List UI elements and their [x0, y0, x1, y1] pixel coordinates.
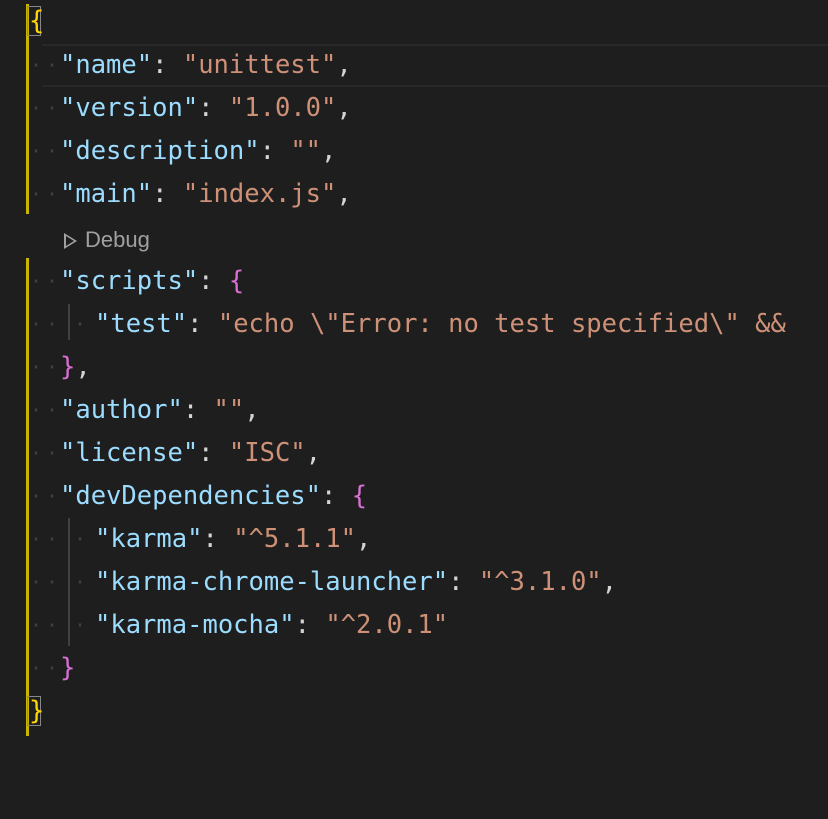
whitespace-dots: ··	[30, 527, 63, 551]
code-line-12[interactable]: ·· · "karma": "^5.1.1",	[0, 518, 828, 561]
whitespace-dots: ·	[74, 613, 91, 637]
code-line-16[interactable]: }	[0, 690, 828, 733]
code-line-8[interactable]: ·· },	[0, 346, 828, 389]
code-text: "karma-chrome-launcher": "^3.1.0",	[95, 567, 618, 597]
code-text: }	[60, 653, 76, 683]
code-text: "description": "",	[60, 136, 337, 166]
code-text: "name": "unittest",	[60, 50, 352, 80]
code-line-2[interactable]: ·· "name": "unittest",	[0, 44, 828, 87]
code-text: "main": "index.js",	[60, 179, 352, 209]
code-line-11[interactable]: ·· "devDependencies": {	[0, 475, 828, 518]
whitespace-dots: ··	[30, 139, 63, 163]
whitespace-dots: ··	[30, 484, 63, 508]
code-text: "scripts": {	[60, 266, 245, 296]
play-icon	[64, 233, 77, 249]
code-line-10[interactable]: ·· "license": "ISC",	[0, 432, 828, 475]
whitespace-dots: ··	[30, 312, 63, 336]
code-text: "version": "1.0.0",	[60, 93, 352, 123]
code-text: "test": "echo \"Error: no test specified…	[95, 309, 786, 339]
code-line-7[interactable]: ·· · "test": "echo \"Error: no test spec…	[0, 303, 828, 346]
code-line-3[interactable]: ·· "version": "1.0.0",	[0, 87, 828, 130]
whitespace-dots: ··	[30, 441, 63, 465]
code-line-9[interactable]: ·· "author": "",	[0, 389, 828, 432]
code-text: "license": "ISC",	[60, 438, 322, 468]
code-line-6[interactable]: ·· "scripts": {	[0, 260, 828, 303]
code-line-14[interactable]: ·· · "karma-mocha": "^2.0.1"	[0, 604, 828, 647]
debug-codelens[interactable]: Debug	[64, 224, 150, 256]
whitespace-dots: ·	[74, 527, 91, 551]
code-text: "karma-mocha": "^2.0.1"	[95, 610, 449, 640]
code-line-1[interactable]: {	[0, 0, 828, 43]
whitespace-dots: ·	[74, 312, 91, 336]
code-line-5[interactable]: ·· "main": "index.js",	[0, 173, 828, 216]
whitespace-dots: ··	[30, 96, 63, 120]
whitespace-dots: ·	[74, 570, 91, 594]
code-text: "devDependencies": {	[60, 481, 368, 511]
whitespace-dots: ··	[30, 53, 63, 77]
close-brace: }	[29, 696, 45, 726]
open-brace: {	[29, 6, 45, 36]
whitespace-dots: ··	[30, 182, 63, 206]
whitespace-dots: ··	[30, 398, 63, 422]
debug-codelens-label: Debug	[85, 227, 150, 252]
code-text: "author": "",	[60, 395, 260, 425]
code-text: "karma": "^5.1.1",	[95, 524, 372, 554]
code-text: },	[60, 352, 91, 382]
whitespace-dots: ··	[30, 656, 63, 680]
code-editor[interactable]: { ·· "name": "unittest", ·· "version": "…	[0, 0, 828, 764]
whitespace-dots: ··	[30, 269, 63, 293]
whitespace-dots: ··	[30, 613, 63, 637]
whitespace-dots: ··	[30, 570, 63, 594]
code-line-13[interactable]: ·· · "karma-chrome-launcher": "^3.1.0",	[0, 561, 828, 604]
whitespace-dots: ··	[30, 355, 63, 379]
code-line-15[interactable]: ·· }	[0, 647, 828, 690]
code-line-4[interactable]: ·· "description": "",	[0, 130, 828, 173]
